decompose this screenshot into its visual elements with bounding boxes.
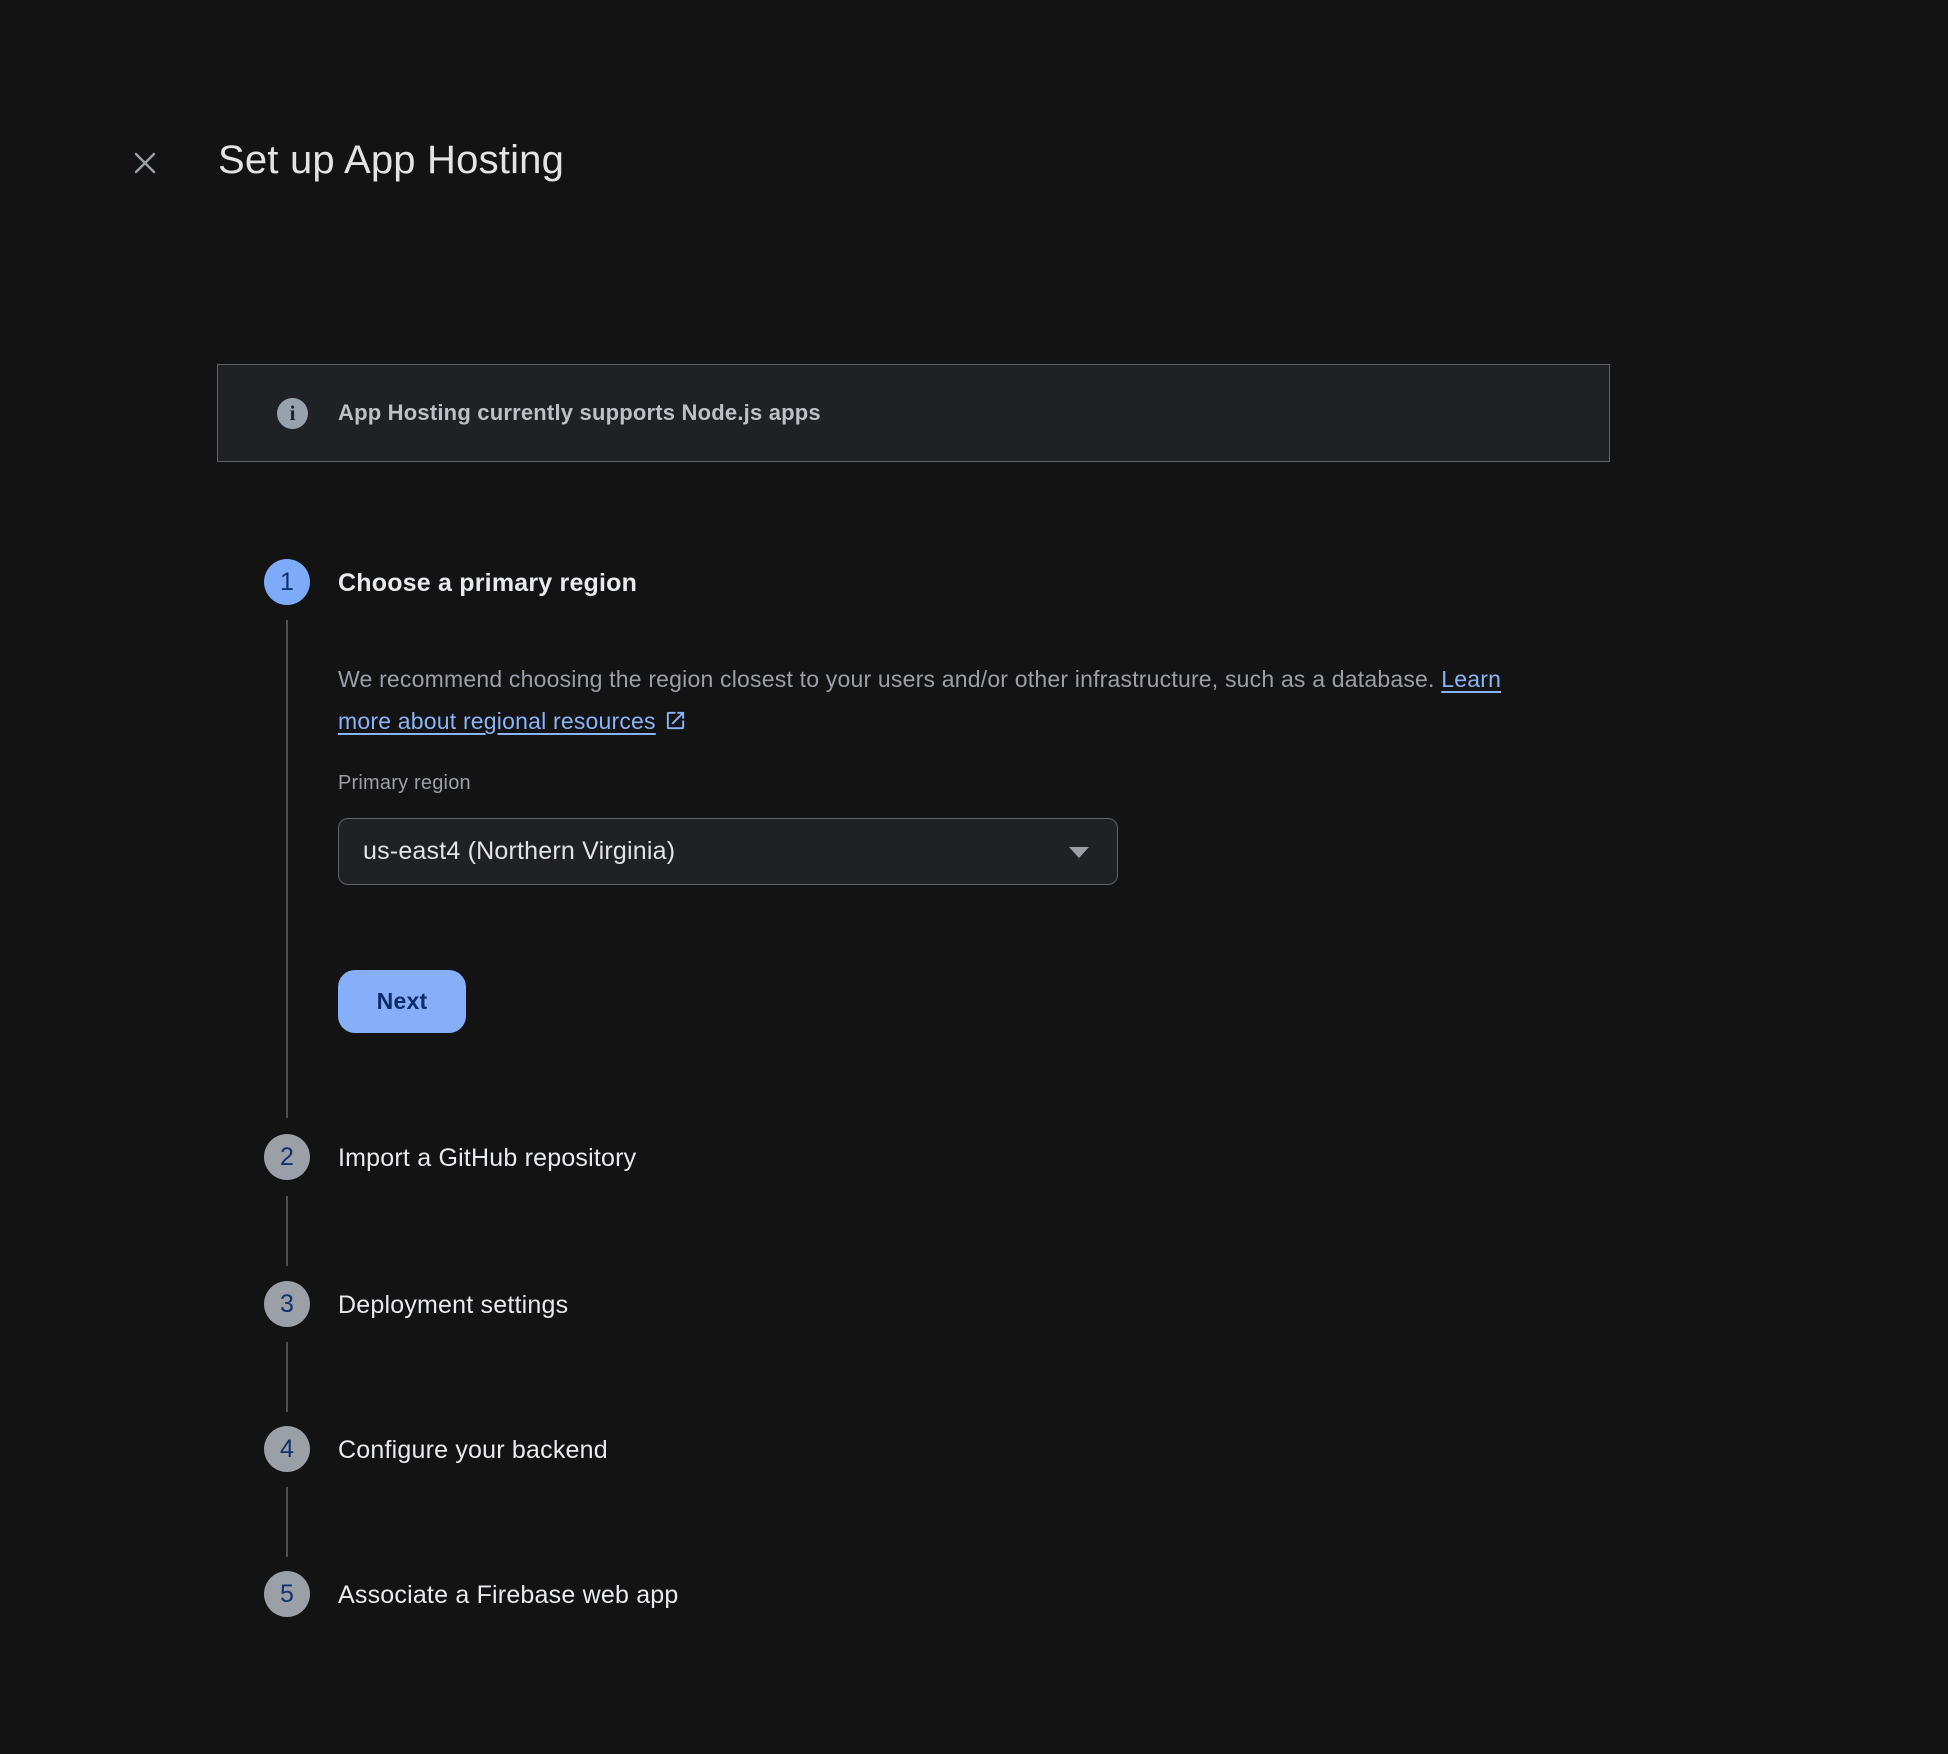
external-link-icon <box>664 703 687 745</box>
step-3-badge: 3 <box>264 1281 310 1327</box>
step-4-title: Configure your backend <box>338 1436 608 1465</box>
primary-region-select[interactable]: us-east4 (Northern Virginia) <box>338 818 1118 885</box>
connector-step-1-2 <box>286 620 288 1118</box>
step-1-badge: 1 <box>264 559 310 605</box>
connector-step-3-4 <box>286 1342 288 1412</box>
banner-text: App Hosting currently supports Node.js a… <box>338 400 821 426</box>
step-3-number: 3 <box>280 1290 294 1319</box>
step-4-number: 4 <box>280 1435 294 1464</box>
step-2-title: Import a GitHub repository <box>338 1144 636 1173</box>
step-3-title: Deployment settings <box>338 1291 568 1320</box>
step-1-description: We recommend choosing the region closest… <box>338 658 1543 745</box>
next-button[interactable]: Next <box>338 970 466 1033</box>
info-icon: i <box>277 398 308 429</box>
step-2-badge: 2 <box>264 1134 310 1180</box>
description-text: We recommend choosing the region closest… <box>338 666 1441 692</box>
step-2-number: 2 <box>280 1143 294 1172</box>
step-1-number: 1 <box>280 568 294 597</box>
step-5-number: 5 <box>280 1580 294 1609</box>
connector-step-4-5 <box>286 1487 288 1557</box>
step-5-badge: 5 <box>264 1571 310 1617</box>
info-banner: i App Hosting currently supports Node.js… <box>217 364 1610 462</box>
chevron-down-icon <box>1069 847 1089 858</box>
setup-app-hosting-dialog: Set up App Hosting i App Hosting current… <box>0 0 1948 1754</box>
page-title: Set up App Hosting <box>218 138 564 183</box>
close-icon <box>130 148 160 178</box>
primary-region-label: Primary region <box>338 772 471 795</box>
step-1-title: Choose a primary region <box>338 569 637 598</box>
close-button[interactable] <box>126 144 164 182</box>
step-5-title: Associate a Firebase web app <box>338 1581 679 1610</box>
step-4-badge: 4 <box>264 1426 310 1472</box>
connector-step-2-3 <box>286 1196 288 1266</box>
primary-region-selected-value: us-east4 (Northern Virginia) <box>363 837 675 866</box>
